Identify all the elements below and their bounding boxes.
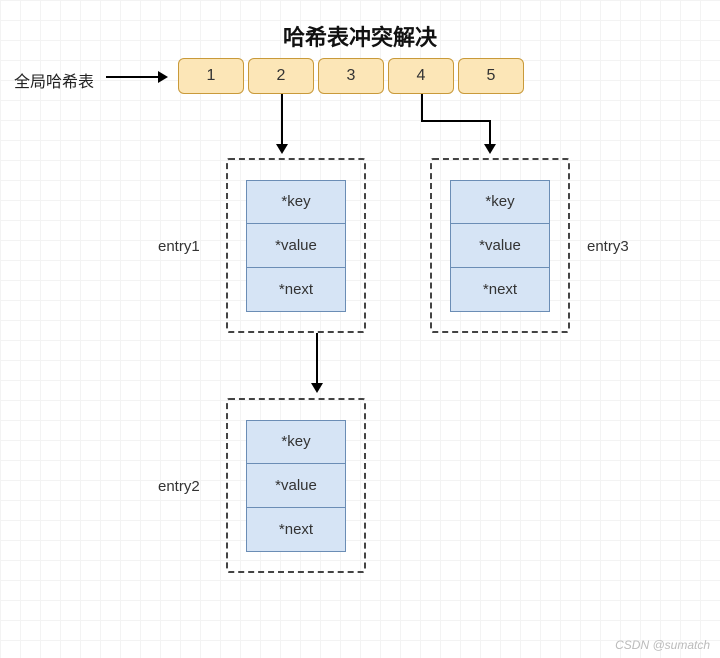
entry2-label: entry2 [158, 478, 200, 495]
arrow-bucket2-entry1 [281, 94, 283, 152]
entry1-next: *next [246, 268, 346, 312]
entry3-label: entry3 [587, 238, 629, 255]
watermark: CSDN @sumatch [615, 638, 710, 652]
entry2-box: *key *value *next [226, 398, 366, 573]
entry1-box: *key *value *next [226, 158, 366, 333]
bucket-2: 2 [248, 58, 314, 94]
diagram-title: 哈希表冲突解决 [0, 20, 720, 52]
bucket-5: 5 [458, 58, 524, 94]
entry3-value: *value [450, 224, 550, 268]
entry2-key: *key [246, 420, 346, 464]
entry3-box: *key *value *next [430, 158, 570, 333]
entry1-value: *value [246, 224, 346, 268]
entry1-label: entry1 [158, 238, 200, 255]
bucket-row: 1 2 3 4 5 [178, 58, 528, 94]
bucket-4: 4 [388, 58, 454, 94]
global-hash-label: 全局哈希表 [14, 68, 94, 92]
entry3-key: *key [450, 180, 550, 224]
bucket-3: 3 [318, 58, 384, 94]
arrow-to-buckets [106, 76, 166, 78]
arrow-bucket4-seg3 [489, 120, 491, 152]
arrow-bucket4-seg1 [421, 94, 423, 120]
entry1-key: *key [246, 180, 346, 224]
bucket-1: 1 [178, 58, 244, 94]
arrow-bucket4-seg2 [421, 120, 491, 122]
entry2-next: *next [246, 508, 346, 552]
entry3-next: *next [450, 268, 550, 312]
entry2-value: *value [246, 464, 346, 508]
arrow-entry1-entry2 [316, 333, 318, 391]
